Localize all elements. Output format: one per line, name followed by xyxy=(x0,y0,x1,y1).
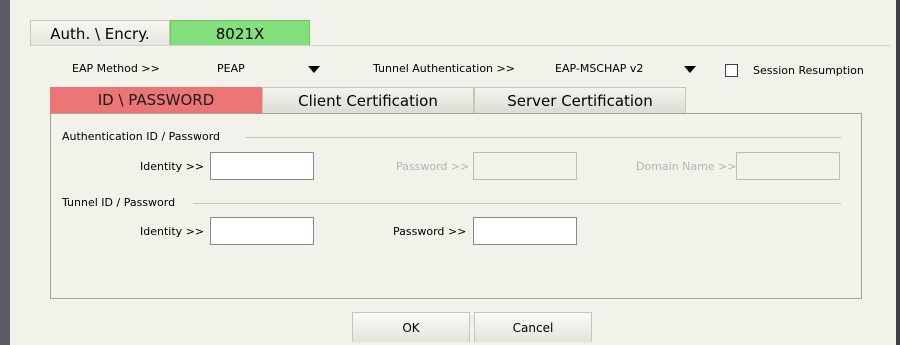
tunnel-auth-value: EAP-MSCHAP v2 xyxy=(555,62,644,75)
auth-password-label: Password >> xyxy=(396,160,470,173)
tunnel-password-label: Password >> xyxy=(393,225,467,238)
auth-identity-input[interactable] xyxy=(210,152,314,180)
cancel-button[interactable]: Cancel xyxy=(474,312,592,342)
eap-method-label: EAP Method >> xyxy=(72,62,160,75)
session-resumption-label: Session Resumption xyxy=(753,64,864,77)
chevron-down-icon xyxy=(684,66,696,73)
tunnel-group-title: Tunnel ID / Password xyxy=(62,196,176,209)
tunnel-auth-dropdown[interactable]: EAP-MSCHAP v2 xyxy=(545,58,705,78)
auth-identity-label: Identity >> xyxy=(140,160,205,173)
auth-group-divider xyxy=(245,137,841,138)
tab-id-password[interactable]: ID \ PASSWORD xyxy=(50,87,262,113)
domain-name-input[interactable] xyxy=(736,152,840,180)
auth-password-input[interactable] xyxy=(473,152,577,180)
tab-server-certification[interactable]: Server Certification xyxy=(474,87,686,113)
tunnel-identity-input[interactable] xyxy=(210,217,314,245)
session-resumption-checkbox[interactable] xyxy=(725,64,738,77)
tunnel-password-input[interactable] xyxy=(473,217,577,245)
tunnel-auth-label: Tunnel Authentication >> xyxy=(373,62,515,75)
window-right-border xyxy=(896,0,900,345)
domain-name-label: Domain Name >> xyxy=(636,160,737,173)
chevron-down-icon xyxy=(308,66,320,73)
ok-button[interactable]: OK xyxy=(352,312,470,342)
tunnel-identity-label: Identity >> xyxy=(140,225,205,238)
eap-method-value: PEAP xyxy=(217,62,245,75)
tab-8021x[interactable]: 8021X xyxy=(170,20,310,46)
eap-method-dropdown[interactable]: PEAP xyxy=(205,58,330,78)
tab-client-certification[interactable]: Client Certification xyxy=(262,87,474,113)
tab-auth-encryption[interactable]: Auth. \ Encry. xyxy=(30,20,170,46)
tunnel-group-divider xyxy=(193,203,841,204)
window-left-border xyxy=(0,0,10,345)
tab-divider xyxy=(30,45,890,46)
auth-group-title: Authentication ID / Password xyxy=(62,130,221,143)
